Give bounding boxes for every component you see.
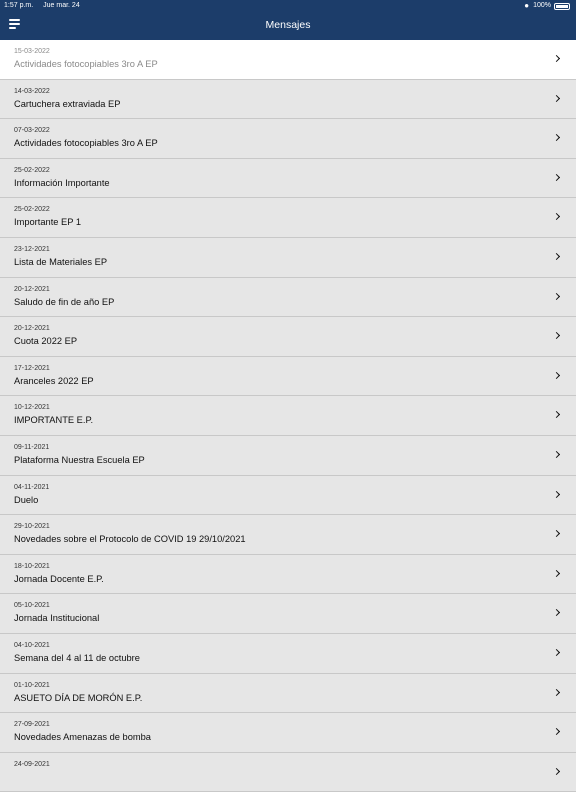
- message-subject: Lista de Materiales EP: [14, 256, 108, 267]
- message-row[interactable]: 24-09-2021: [0, 752, 576, 792]
- message-row[interactable]: 20-12-2021 Cuota 2022 EP: [0, 317, 576, 357]
- message-row[interactable]: 05-10-2021 Jornada Institucional: [0, 594, 576, 634]
- chevron-right-icon: [552, 173, 561, 181]
- message-date: 05-10-2021: [14, 602, 50, 610]
- message-subject: Importante EP 1: [14, 217, 82, 228]
- message-row[interactable]: 17-12-2021 Aranceles 2022 EP: [0, 356, 576, 397]
- chevron-right-icon: [552, 569, 561, 577]
- message-date: 18-10-2021: [14, 562, 50, 570]
- message-row[interactable]: 10-12-2021 IMPORTANTE E.P.: [0, 396, 576, 436]
- message-date: 01-10-2021: [14, 681, 50, 689]
- chevron-right-icon: [552, 450, 561, 458]
- chevron-right-icon: [552, 767, 561, 775]
- chevron-right-icon: [552, 371, 561, 379]
- message-subject: Jornada Docente E.P.: [14, 573, 104, 584]
- message-subject: Novedades sobre el Protocolo de COVID 19…: [14, 534, 246, 545]
- message-date: 04-10-2021: [14, 641, 50, 649]
- status-time: 1:57 p.m.: [4, 2, 34, 9]
- message-subject: Novedades Amenazas de bomba: [14, 732, 151, 743]
- message-row[interactable]: 25-02-2022 Información Importante: [0, 158, 576, 199]
- battery-icon: [554, 2, 570, 10]
- message-row[interactable]: 15-03-2022 Actividades fotocopiables 3ro …: [0, 40, 576, 80]
- wifi-icon: ●: [524, 1, 530, 10]
- message-date: 25-02-2022: [14, 166, 50, 174]
- message-date: 07-03-2022: [14, 127, 50, 135]
- message-subject: Actividades fotocopiables 3ro A EP: [14, 59, 158, 69]
- message-date: 15-03-2022: [14, 48, 50, 55]
- nav-bar: 1:57 p.m. Jue mar. 24 ● 100% Mensajes: [0, 0, 576, 40]
- message-row[interactable]: 27-09-2021 Novedades Amenazas de bomba: [0, 713, 576, 753]
- message-date: 09-11-2021: [14, 443, 50, 451]
- chevron-right-icon: [552, 54, 561, 63]
- message-subject: Cartuchera extraviada EP: [14, 98, 121, 109]
- message-subject: Plataforma Nuestra Escuela EP: [14, 454, 145, 465]
- message-row[interactable]: 20-12-2021 Saludo de fin de año EP: [0, 277, 576, 318]
- message-date: 10-12-2021: [14, 404, 50, 412]
- chevron-right-icon: [552, 134, 561, 142]
- chevron-right-icon: [552, 332, 561, 340]
- page-title: Mensajes: [265, 19, 311, 31]
- chevron-right-icon: [552, 728, 561, 736]
- message-date: 04-11-2021: [14, 483, 50, 491]
- message-subject: Semana del 4 al 11 de octubre: [14, 652, 140, 663]
- message-date: 20-12-2021: [14, 325, 50, 333]
- message-row[interactable]: 09-11-2021 Plataforma Nuestra Escuela EP: [0, 435, 576, 476]
- message-row[interactable]: 01-10-2021 ASUETO DÍA DE MORÓN E.P.: [0, 673, 576, 714]
- message-subject: Duelo: [14, 494, 39, 505]
- message-date: 27-09-2021: [14, 721, 50, 729]
- message-date: 20-12-2021: [14, 285, 50, 293]
- message-subject: Saludo de fin de año EP: [14, 296, 115, 307]
- chevron-right-icon: [552, 530, 561, 538]
- status-bar: 1:57 p.m. Jue mar. 24 ● 100%: [0, 0, 576, 12]
- message-subject: IMPORTANTE E.P.: [14, 415, 94, 426]
- message-date: 25-02-2022: [14, 206, 50, 214]
- message-row[interactable]: 29-10-2021 Novedades sobre el Protocolo d…: [0, 515, 576, 555]
- message-date: 14-03-2022: [14, 87, 50, 95]
- message-date: 23-12-2021: [14, 245, 50, 253]
- message-subject: Información Importante: [14, 177, 110, 188]
- message-row[interactable]: 07-03-2022 Actividades fotocopiables 3ro …: [0, 119, 576, 159]
- chevron-right-icon: [552, 609, 561, 617]
- chevron-right-icon: [552, 688, 561, 696]
- message-subject: Cuota 2022 EP: [14, 336, 78, 347]
- message-row[interactable]: 04-11-2021 Duelo: [0, 475, 576, 516]
- message-row[interactable]: 23-12-2021 Lista de Materiales EP: [0, 237, 576, 278]
- chevron-right-icon: [552, 94, 561, 102]
- message-subject: Actividades fotocopiables 3ro A EP: [14, 138, 158, 149]
- message-date: 17-12-2021: [14, 364, 50, 372]
- chevron-right-icon: [552, 411, 561, 419]
- message-subject: Jornada Institucional: [14, 613, 100, 624]
- status-date: Jue mar. 24: [43, 2, 80, 9]
- message-list: 15-03-2022 Actividades fotocopiables 3ro …: [0, 40, 576, 792]
- message-row[interactable]: 14-03-2022 Cartuchera extraviada EP: [0, 79, 576, 120]
- message-row[interactable]: 04-10-2021 Semana del 4 al 11 de octubre: [0, 633, 576, 674]
- battery-percent: 100%: [533, 2, 551, 9]
- chevron-right-icon: [552, 213, 561, 221]
- chevron-right-icon: [552, 648, 561, 656]
- message-date: 29-10-2021: [14, 523, 50, 531]
- chevron-right-icon: [552, 252, 561, 261]
- message-subject: ASUETO DÍA DE MORÓN E.P.: [14, 692, 143, 703]
- chevron-right-icon: [552, 292, 561, 300]
- chevron-right-icon: [552, 490, 561, 498]
- message-row[interactable]: 25-02-2022 Importante EP 1: [0, 198, 576, 238]
- message-subject: Aranceles 2022 EP: [14, 375, 94, 386]
- message-date: 24-09-2021: [14, 760, 50, 768]
- message-row[interactable]: 18-10-2021 Jornada Docente E.P.: [0, 554, 576, 595]
